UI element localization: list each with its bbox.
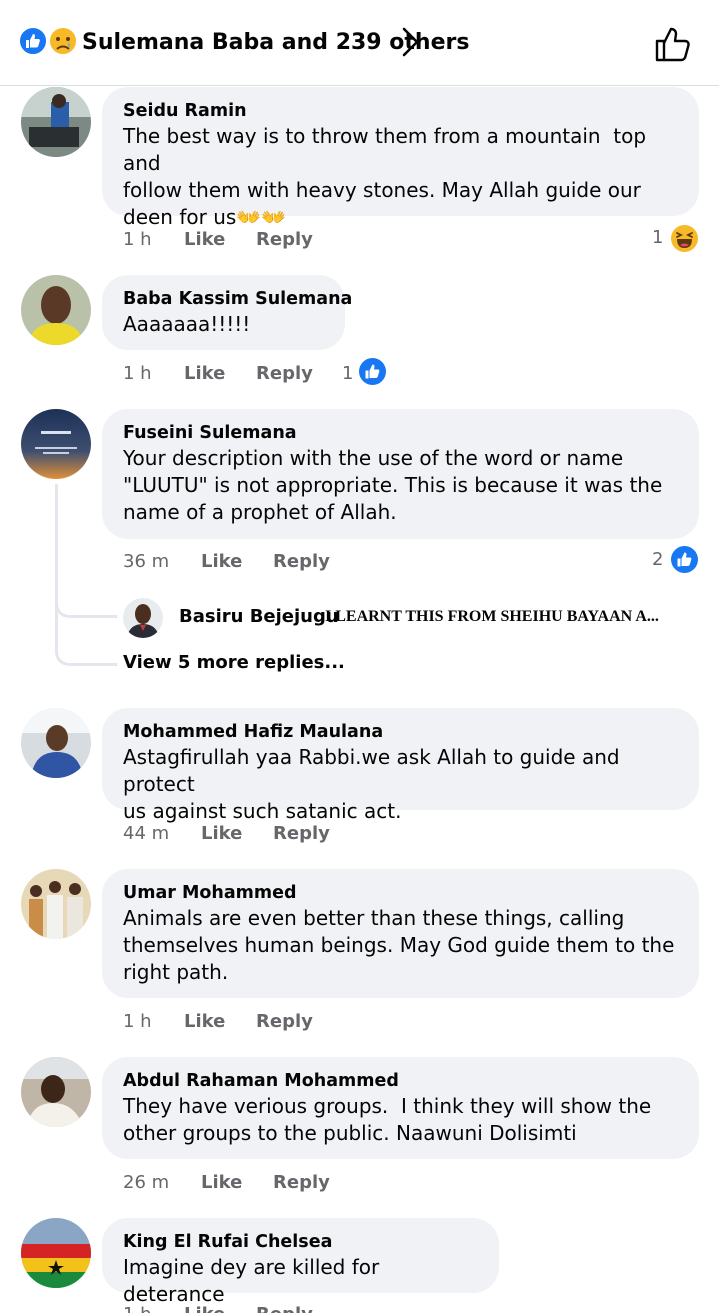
comment-text: Animals are even better than these thing… [123,906,675,984]
comment-bubble[interactable]: Seidu Ramin The best way is to throw the… [102,87,699,229]
thread-line [55,484,58,610]
comment-actions: 44 m Like Reply [123,822,423,846]
comment-time: 1 h [123,363,152,384]
comment-author[interactable]: Seidu Ramin [123,99,679,123]
reaction-count[interactable]: 2 [652,548,663,572]
comment-actions: 1 h Like Reply [123,1303,423,1313]
comment-actions: 1 h Like Reply [123,228,423,252]
comment-text: The best way is to throw them from a mou… [123,124,647,229]
avatar[interactable] [21,708,91,778]
chevron-right-icon[interactable] [398,26,422,58]
reply-link[interactable]: Reply [256,1010,313,1034]
sad-reaction-icon [48,26,78,56]
like-link[interactable]: Like [201,822,242,846]
avatar[interactable] [21,275,91,345]
comment-text: They have verious groups. I think they w… [123,1094,652,1145]
like-link[interactable]: Like [184,228,225,252]
comment-bubble[interactable]: Abdul Rahaman Mohammed They have verious… [102,1057,699,1159]
avatar[interactable] [21,1218,91,1288]
comment-text: Your description with the use of the wor… [123,446,663,524]
view-more-replies-link[interactable]: View 5 more replies... [123,652,345,673]
avatar[interactable] [21,87,91,157]
haha-icon[interactable] [670,224,699,253]
avatar[interactable] [21,869,91,939]
comment-text: Astagfirullah yaa Rabbi.we ask Allah to … [123,745,620,823]
reply-link[interactable]: Reply [256,1303,313,1313]
reply-link[interactable]: Reply [273,550,330,574]
comment-bubble[interactable]: Fuseini Sulemana Your description with t… [102,409,699,539]
like-icon[interactable] [358,357,387,386]
reply-text: I LEARNT THIS FROM SHEIHU BAYAAN A... [325,608,659,625]
comment-bubble[interactable]: Mohammed Hafiz Maulana Astagfirullah yaa… [102,708,699,823]
comment-time: 26 m [123,1172,170,1193]
avatar[interactable] [21,1057,91,1127]
reply-link[interactable]: Reply [256,362,313,386]
reactions-header[interactable]: Sulemana Baba and 239 others [0,0,719,86]
reply-link[interactable]: Reply [273,822,330,846]
comment-text: Aaaaaaa!!!!! [123,312,251,336]
comment-time: 44 m [123,823,170,844]
like-link[interactable]: Like [201,550,242,574]
comment-time: 1 h [123,1303,152,1313]
reaction-icons [18,26,78,56]
comment-author[interactable]: Abdul Rahaman Mohammed [123,1069,679,1093]
like-icon[interactable] [670,545,699,574]
comment-time: 36 m [123,551,170,572]
comment-actions: 26 m Like Reply [123,1171,423,1195]
comment-time: 1 h [123,1011,152,1032]
like-link[interactable]: Like [184,1010,225,1034]
comment-author[interactable]: King El Rufai Chelsea [123,1230,479,1254]
comment-bubble[interactable]: Umar Mohammed Animals are even better th… [102,869,699,998]
comment-author[interactable]: Baba Kassim Sulemana [123,287,352,311]
reply-link[interactable]: Reply [256,228,313,252]
comment-actions: 1 h Like Reply [123,1010,423,1034]
thread-branch [55,610,117,666]
like-link[interactable]: Like [184,1303,225,1313]
avatar[interactable] [123,598,163,638]
comment-time: 1 h [123,229,152,250]
reply-link[interactable]: Reply [273,1171,330,1195]
like-link[interactable]: Like [201,1171,242,1195]
comment-author[interactable]: Umar Mohammed [123,881,679,905]
avatar[interactable] [21,409,91,479]
like-outline-icon[interactable] [653,24,693,64]
reply-preview[interactable]: Basiru Bejejugu I LEARNT THIS FROM SHEIH… [123,598,703,640]
comment-bubble[interactable]: Baba Kassim Sulemana Aaaaaaa!!!!! [102,275,352,350]
reply-author[interactable]: Basiru Bejejugu [179,606,339,627]
reaction-count[interactable]: 1 [652,226,663,250]
comment-author[interactable]: Fuseini Sulemana [123,421,679,445]
comment-text: Imagine dey are killed for deterance [123,1255,386,1306]
comment-bubble[interactable]: King El Rufai Chelsea Imagine dey are ki… [102,1218,499,1306]
like-link[interactable]: Like [184,362,225,386]
reaction-count[interactable]: 1 [342,362,353,386]
comment-author[interactable]: Mohammed Hafiz Maulana [123,720,679,744]
like-reaction-icon [18,26,48,56]
comment-actions: 36 m Like Reply [123,550,423,574]
